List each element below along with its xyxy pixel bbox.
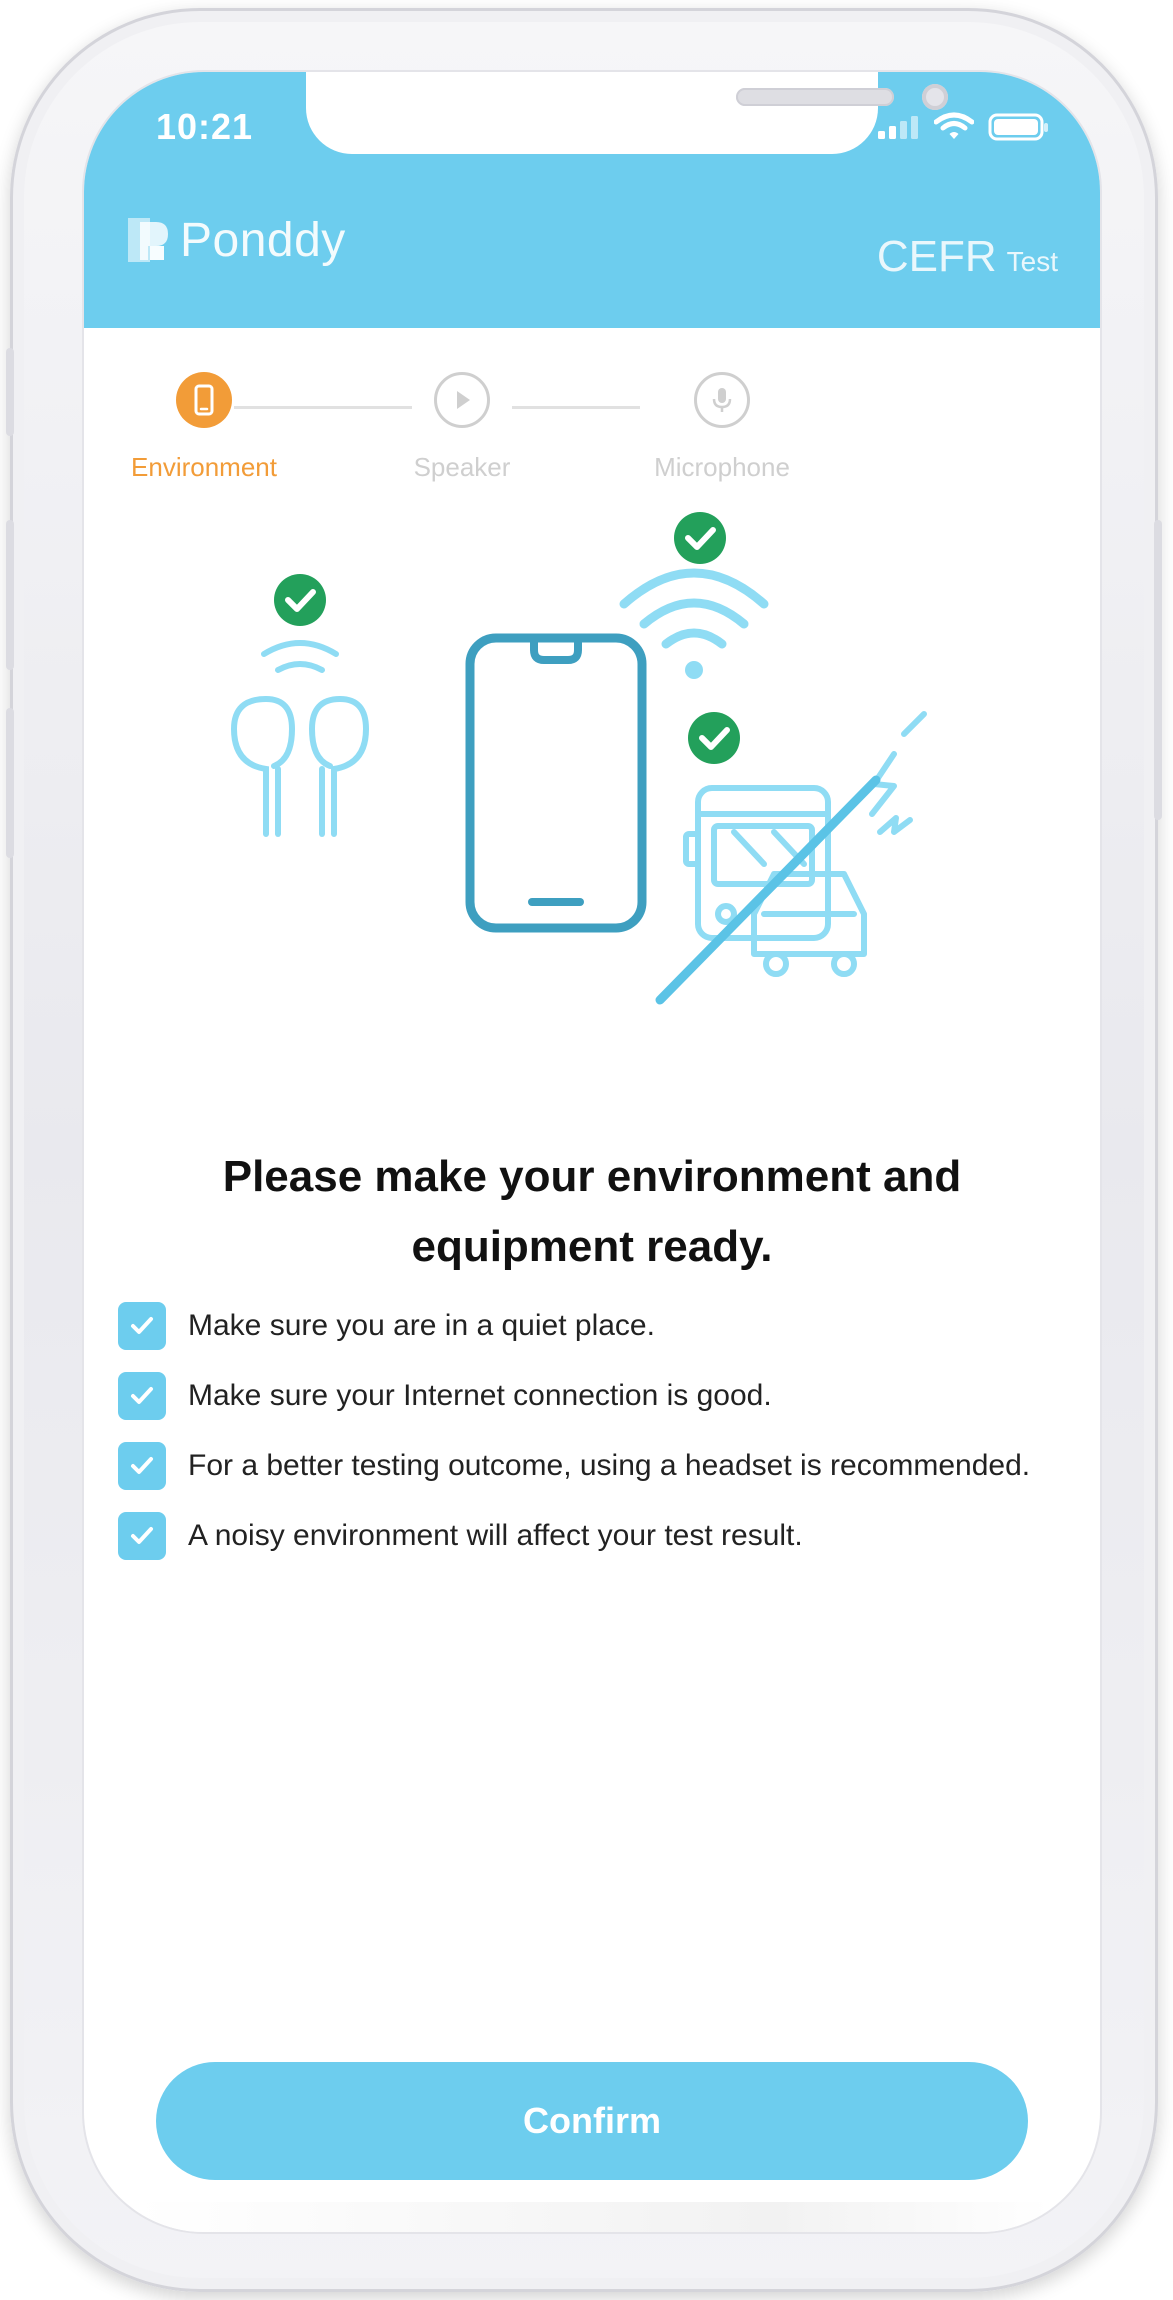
notch <box>306 72 948 154</box>
earpiece <box>736 88 894 106</box>
checklist-item[interactable]: A noisy environment will affect your tes… <box>118 1512 1068 1560</box>
status-time: 10:21 <box>156 106 254 147</box>
battery-icon <box>988 113 1048 141</box>
step-label-environment: Environment <box>131 452 277 482</box>
check-badge-icon <box>674 512 726 564</box>
check-badge-icon <box>274 574 326 626</box>
checklist-item-text: A noisy environment will affect your tes… <box>188 1519 803 1552</box>
checklist-item-text: Make sure your Internet connection is go… <box>188 1379 772 1412</box>
mute-switch <box>6 348 14 436</box>
step-environment[interactable]: Environment <box>84 372 324 483</box>
home-indicator-area <box>134 2202 1050 2232</box>
volume-down-button <box>6 708 14 858</box>
brand-name: Ponddy <box>180 213 346 267</box>
checklist: Make sure you are in a quiet place. Make… <box>118 1302 1068 1582</box>
volume-up-button <box>6 520 14 670</box>
power-button <box>1154 520 1162 820</box>
ponddy-logo-icon <box>128 218 168 262</box>
checklist-item-text: Make sure you are in a quiet place. <box>188 1309 655 1342</box>
app-screen: 10:21 Ponddy CEFR Test Environment Speak… <box>84 72 1100 2232</box>
check-badge-icon <box>688 712 740 764</box>
phone-icon <box>194 384 214 416</box>
app-header: 10:21 Ponddy CEFR Test <box>84 72 1100 328</box>
page-heading: Please make your environment and equipme… <box>222 1152 962 1271</box>
checkbox-checked-icon[interactable] <box>118 1302 166 1350</box>
environment-illustration <box>230 568 927 1005</box>
step-label-microphone: Microphone <box>654 452 790 482</box>
wifi-signal-icon <box>619 568 769 649</box>
page-title-main: CEFR <box>876 232 997 281</box>
earbuds-icon <box>230 640 370 837</box>
step-speaker[interactable]: Speaker <box>342 372 582 483</box>
checkbox-checked-icon[interactable] <box>118 1512 166 1560</box>
checklist-item[interactable]: Make sure your Internet connection is go… <box>118 1372 1068 1420</box>
play-icon <box>457 391 470 409</box>
phone-frame: 10:21 Ponddy CEFR Test Environment Speak… <box>6 8 1162 2292</box>
checkbox-checked-icon[interactable] <box>118 1372 166 1420</box>
step-speaker-circle <box>434 372 490 428</box>
brand-logo: Ponddy <box>126 210 346 270</box>
page-title: CEFR Test <box>877 232 1058 282</box>
checklist-item-text: For a better testing outcome, using a he… <box>188 1449 1031 1482</box>
cellular-signal-icon <box>878 116 918 139</box>
checklist-item[interactable]: For a better testing outcome, using a he… <box>118 1442 1068 1490</box>
front-camera <box>922 84 948 110</box>
wifi-icon <box>934 112 974 139</box>
step-label-speaker: Speaker <box>413 452 511 482</box>
smartphone-icon <box>465 633 647 933</box>
step-microphone-circle <box>694 372 750 428</box>
microphone-icon <box>712 388 732 412</box>
page-title-sub: Test <box>1006 246 1058 277</box>
step-microphone[interactable]: Microphone <box>602 372 842 483</box>
step-environment-circle <box>176 372 232 428</box>
status-icons <box>876 112 1050 142</box>
checkbox-checked-icon[interactable] <box>118 1442 166 1490</box>
checklist-item[interactable]: Make sure you are in a quiet place. <box>118 1302 1068 1350</box>
confirm-button[interactable]: Confirm <box>156 2062 1028 2180</box>
